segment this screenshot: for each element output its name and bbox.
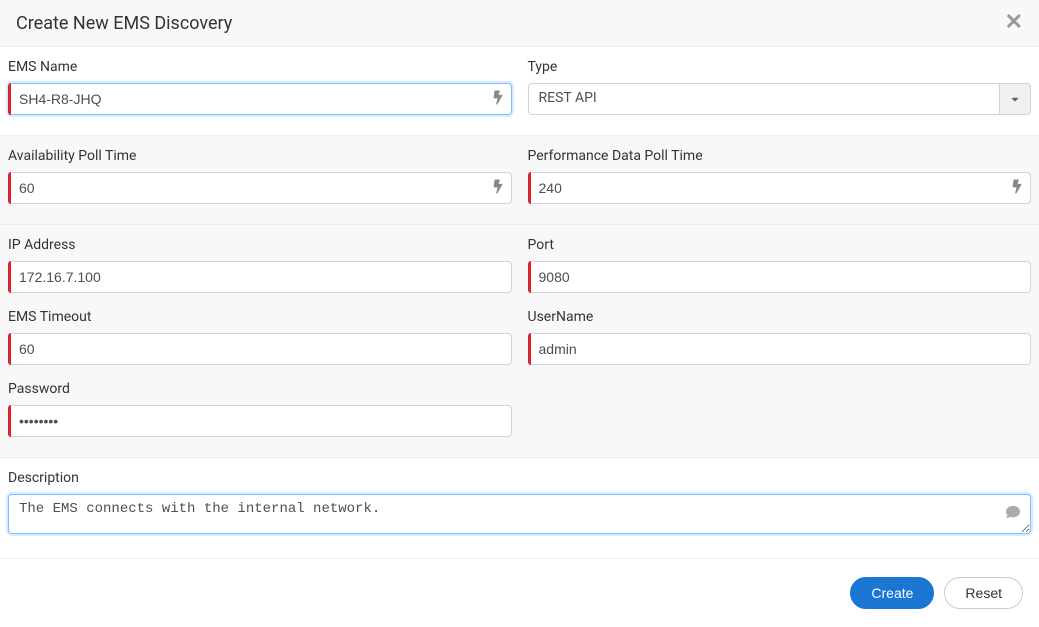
- section-connection: IP Address Port EMS Timeout UserName Pas…: [0, 225, 1039, 457]
- description-input[interactable]: [8, 494, 1031, 534]
- perf-poll-input[interactable]: [528, 172, 1032, 204]
- avail-poll-input[interactable]: [8, 172, 512, 204]
- password-label: Password: [8, 381, 512, 397]
- ip-input[interactable]: [8, 261, 512, 293]
- section-basic: EMS Name Type REST API: [0, 47, 1039, 135]
- modal-title: Create New EMS Discovery: [16, 13, 232, 34]
- reset-button[interactable]: Reset: [944, 577, 1023, 609]
- modal-header: Create New EMS Discovery ✕: [0, 0, 1039, 47]
- type-value: REST API: [528, 83, 1000, 115]
- create-button[interactable]: Create: [850, 577, 934, 609]
- ip-label: IP Address: [8, 237, 512, 253]
- perf-poll-label: Performance Data Poll Time: [528, 148, 1032, 164]
- close-icon[interactable]: ✕: [1005, 12, 1023, 34]
- type-label: Type: [528, 59, 1032, 75]
- ems-name-label: EMS Name: [8, 59, 512, 75]
- avail-poll-label: Availability Poll Time: [8, 148, 512, 164]
- description-label: Description: [8, 470, 1031, 486]
- username-label: UserName: [528, 309, 1032, 325]
- comment-icon: [1005, 504, 1021, 523]
- section-description: Description: [0, 458, 1039, 558]
- timeout-label: EMS Timeout: [8, 309, 512, 325]
- section-poll: Availability Poll Time Performance Data …: [0, 136, 1039, 224]
- password-input[interactable]: [8, 405, 512, 437]
- chevron-down-icon: [999, 83, 1031, 115]
- timeout-input[interactable]: [8, 333, 512, 365]
- username-input[interactable]: [528, 333, 1032, 365]
- port-label: Port: [528, 237, 1032, 253]
- ems-name-input[interactable]: [8, 83, 512, 115]
- type-select[interactable]: REST API: [528, 83, 1032, 115]
- port-input[interactable]: [528, 261, 1032, 293]
